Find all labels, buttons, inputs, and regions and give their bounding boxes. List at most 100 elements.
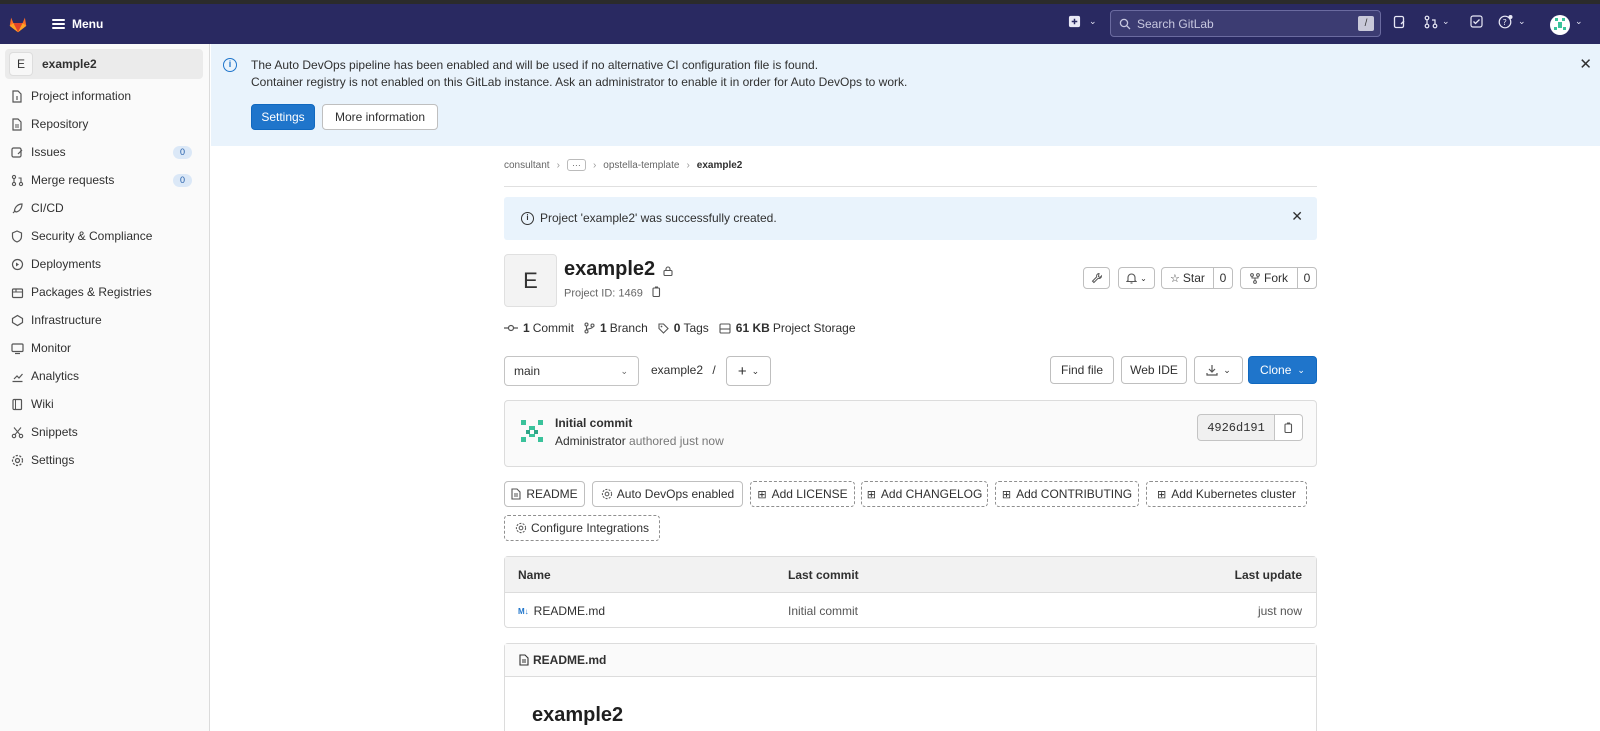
table-row[interactable]: M↓ README.md Initial commit just now — [505, 593, 1316, 628]
chevron-down-icon[interactable]: ⌄ — [1442, 16, 1450, 27]
add-contributing-button[interactable]: ⊞ Add CONTRIBUTING — [995, 481, 1139, 507]
search-input[interactable]: Search GitLab / — [1110, 10, 1381, 37]
sidebar-item-issues[interactable]: Issues 0 — [0, 138, 209, 166]
deployments-icon — [10, 257, 24, 271]
menu-button[interactable]: Menu — [52, 17, 103, 31]
add-kubernetes-cluster-button[interactable]: ⊞ Add Kubernetes cluster — [1146, 481, 1307, 507]
close-icon[interactable]: ✕ — [1291, 208, 1303, 225]
chevron-down-icon[interactable]: ⌄ — [1518, 16, 1526, 27]
sidebar-item-wiki[interactable]: Wiki — [0, 390, 209, 418]
breadcrumb-item[interactable]: opstella-template — [603, 160, 679, 171]
download-button[interactable]: ⌄ — [1194, 356, 1243, 384]
add-license-button[interactable]: ⊞ Add LICENSE — [750, 481, 855, 507]
sidebar-item-infrastructure[interactable]: Infrastructure — [0, 306, 209, 334]
add-changelog-button[interactable]: ⊞ Add CHANGELOG — [861, 481, 988, 507]
breadcrumb-item[interactable]: consultant — [504, 160, 550, 171]
file-last-commit[interactable]: Initial commit — [788, 604, 858, 618]
help-icon[interactable]: ? — [1498, 15, 1513, 32]
project-avatar: E — [9, 52, 33, 76]
gitlab-logo-icon[interactable] — [6, 12, 30, 36]
commits-stat[interactable]: 1 Commit — [504, 321, 574, 335]
breadcrumb-current[interactable]: example2 — [697, 160, 743, 171]
readme-button-label: README — [526, 487, 578, 501]
gear-icon — [601, 488, 612, 500]
configure-integrations-button[interactable]: Configure Integrations — [504, 515, 660, 541]
sidebar-item-ci-cd[interactable]: CI/CD — [0, 194, 209, 222]
issues-count-badge: 0 — [173, 146, 192, 159]
create-new-icon[interactable] — [1068, 15, 1081, 31]
star-count[interactable]: 0 — [1213, 267, 1233, 289]
commit-title[interactable]: Initial commit — [555, 416, 632, 430]
sidebar-item-monitor[interactable]: Monitor — [0, 334, 209, 362]
sidebar-item-merge-requests[interactable]: Merge requests 0 — [0, 166, 209, 194]
sidebar-item-deployments[interactable]: Deployments — [0, 250, 209, 278]
commit-sha[interactable]: 4926d191 — [1197, 414, 1275, 441]
gear-icon — [10, 453, 24, 467]
copy-icon[interactable] — [652, 286, 662, 301]
sidebar-item-analytics[interactable]: Analytics — [0, 362, 209, 390]
auto-devops-enabled-button[interactable]: Auto DevOps enabled — [592, 481, 743, 507]
sidebar-item-label: Repository — [31, 117, 89, 131]
chevron-down-icon[interactable]: ⌄ — [1089, 16, 1097, 27]
sidebar-item-snippets[interactable]: Snippets — [0, 418, 209, 446]
fork-count[interactable]: 0 — [1297, 267, 1317, 289]
readme-file-name[interactable]: README.md — [533, 653, 606, 667]
copy-sha-button[interactable] — [1275, 414, 1303, 441]
more-information-button[interactable]: More information — [322, 104, 438, 130]
committer-avatar[interactable] — [518, 417, 546, 445]
shield-icon — [10, 229, 24, 243]
close-icon[interactable]: ✕ — [1579, 55, 1592, 73]
branches-count: 1 — [600, 321, 607, 335]
repo-path: example2 / — [651, 363, 716, 377]
breadcrumb-ellipsis-button[interactable]: ··· — [566, 159, 586, 171]
user-avatar[interactable] — [1550, 15, 1570, 35]
column-header-last-update: Last update — [1234, 568, 1302, 582]
sidebar-item-label: Merge requests — [31, 173, 115, 187]
menu-label: Menu — [72, 17, 104, 31]
download-icon — [1206, 365, 1218, 376]
top-navbar: Menu ⌄ Search GitLab / ⌄ ? ⌄ ⌄ — [0, 4, 1600, 44]
commits-count: 1 — [523, 321, 530, 335]
star-icon: ☆ — [1170, 272, 1180, 285]
commit-author[interactable]: Administrator — [555, 434, 626, 448]
project-settings-button[interactable] — [1083, 267, 1110, 289]
sidebar-item-security-compliance[interactable]: Security & Compliance — [0, 222, 209, 250]
add-to-tree-button[interactable]: + ⌄ — [726, 356, 771, 386]
file-tree-table: Name Last commit Last update M↓ README.m… — [504, 556, 1317, 628]
todos-icon[interactable] — [1470, 15, 1483, 31]
chevron-down-icon: ⌄ — [1223, 364, 1231, 375]
branch-select[interactable]: main ⌄ — [504, 356, 639, 386]
banner-settings-button[interactable]: Settings — [251, 104, 315, 130]
merge-requests-count-badge: 0 — [173, 174, 192, 187]
info-document-icon — [10, 89, 24, 103]
fork-button[interactable]: Fork — [1240, 267, 1298, 289]
sidebar-item-packages-registries[interactable]: Packages & Registries — [0, 278, 209, 306]
notification-settings-button[interactable]: ⌄ — [1118, 267, 1155, 289]
tags-stat[interactable]: 0 Tags — [658, 321, 709, 335]
sidebar-project-name: example2 — [42, 57, 97, 71]
merge-request-icon — [10, 173, 24, 187]
readme-button[interactable]: README — [504, 481, 585, 507]
chevron-right-icon: › — [592, 159, 597, 171]
sidebar-item-label: Issues — [31, 145, 66, 159]
chevron-down-icon[interactable]: ⌄ — [1575, 16, 1583, 27]
web-ide-button[interactable]: Web IDE — [1121, 356, 1187, 384]
branches-stat[interactable]: 1 Branch — [584, 321, 648, 335]
star-button[interactable]: ☆ Star — [1161, 267, 1214, 289]
clone-button[interactable]: Clone ⌄ — [1248, 356, 1317, 384]
sidebar-project-header[interactable]: E example2 — [5, 49, 203, 79]
sidebar-item-project-information[interactable]: Project information — [0, 82, 209, 110]
bell-icon — [1126, 273, 1138, 284]
commit-icon — [504, 324, 518, 332]
readme-header: README.md — [505, 644, 1316, 677]
repo-path-root[interactable]: example2 — [651, 363, 703, 377]
issues-shortcut-icon[interactable] — [1393, 15, 1406, 32]
merge-requests-shortcut-icon[interactable] — [1424, 15, 1438, 32]
readme-viewer: README.md example2 — [504, 643, 1317, 731]
file-name-cell[interactable]: M↓ README.md — [518, 604, 605, 618]
branch-icon — [584, 322, 595, 334]
find-file-button[interactable]: Find file — [1050, 356, 1114, 384]
sidebar-item-settings[interactable]: Settings — [0, 446, 209, 474]
file-name[interactable]: README.md — [534, 604, 605, 618]
sidebar-item-repository[interactable]: Repository — [0, 110, 209, 138]
